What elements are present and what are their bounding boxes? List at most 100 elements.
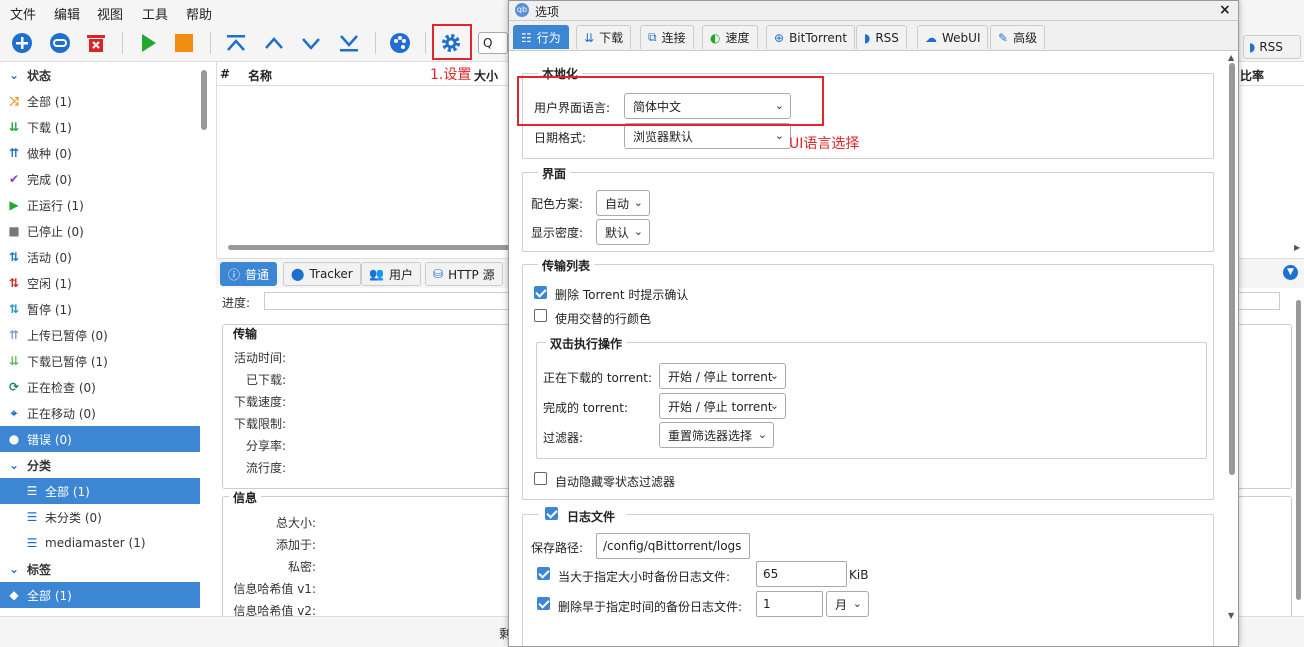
scroll-right-icon[interactable]: ▶ (1294, 243, 1300, 252)
sidebar-item-checking[interactable]: ⟳ 正在检查 (0) (0, 374, 200, 400)
search-input[interactable]: Q 过 (478, 32, 508, 54)
backup-size-checkbox[interactable] (537, 567, 550, 580)
sidebar-scrollbar[interactable] (201, 70, 207, 130)
total-size-label: 总大小: (275, 516, 316, 530)
scroll-up-icon[interactable]: ▲ (1228, 53, 1234, 62)
confirm-delete-checkbox[interactable] (534, 286, 547, 299)
settings-annotation: 1.设置 (430, 67, 472, 83)
sidebar-item-downloading[interactable]: ⇊ 下载 (1) (0, 114, 200, 140)
menu-file[interactable]: 文件 (10, 4, 36, 23)
stop-icon[interactable] (172, 31, 196, 55)
delete-icon[interactable] (84, 31, 108, 55)
menu-help[interactable]: 帮助 (186, 4, 212, 23)
sidebar-item-download-paused[interactable]: ⇊ 下载已暂停 (1) (0, 348, 200, 374)
sidebar-item-upload-paused[interactable]: ⇈ 上传已暂停 (0) (0, 322, 200, 348)
tab-trackers[interactable]: ⬤ Tracker (283, 262, 361, 286)
downloading-action-select[interactable]: 开始 / 停止 torrent ⌄ (659, 363, 786, 389)
start-icon[interactable] (136, 31, 160, 55)
tab-bittorrent[interactable]: ⊕ BitTorrent (766, 25, 856, 49)
completed-action-select[interactable]: 开始 / 停止 torrent ⌄ (659, 393, 786, 419)
chevron-down-icon: ⌄ (8, 458, 20, 472)
qbittorrent-logo-icon: qb (515, 3, 529, 17)
col-hash[interactable]: # (220, 67, 230, 81)
backup-size-input[interactable]: 65 (756, 561, 847, 587)
close-icon[interactable]: × (1219, 2, 1231, 18)
date-format-label: 日期格式: (534, 131, 587, 145)
sidebar-item-seeding[interactable]: ⇈ 做种 (0) (0, 140, 200, 166)
sidebar-item-stopped[interactable]: ■ 已停止 (0) (0, 218, 200, 244)
dialog-scrollbar[interactable] (1229, 63, 1235, 475)
date-format-select[interactable]: 浏览器默认 ⌄ (624, 123, 791, 149)
tab-advanced[interactable]: ✎ 高级 (990, 25, 1046, 49)
menu-edit[interactable]: 编辑 (54, 4, 80, 23)
sidebar-tags-header[interactable]: ⌄ 标签 (0, 556, 200, 582)
sidebar-header-label: 标签 (27, 562, 52, 577)
transfer-section-title: 传输 (229, 325, 262, 342)
sidebar-category-header[interactable]: ⌄ 分类 (0, 452, 200, 478)
sidebar-item-uncategorized[interactable]: ☰ 未分类 (0) (0, 504, 200, 530)
color-scheme-select[interactable]: 自动 ⌄ (596, 190, 650, 216)
tab-http-sources[interactable]: ⛁ HTTP 源 (425, 262, 503, 286)
tab-downloads[interactable]: ⇊ 下载 (576, 25, 632, 49)
tab-behavior[interactable]: ☷ 行为 (513, 25, 569, 49)
move-bottom-icon[interactable] (337, 31, 361, 55)
delete-old-checkbox[interactable] (537, 597, 550, 610)
tab-webui[interactable]: ☁ WebUI (917, 25, 989, 49)
col-name[interactable]: 名称 (248, 67, 272, 84)
sidebar-item-moving[interactable]: ⌖ 正在移动 (0) (0, 400, 200, 426)
list-icon: ☰ (26, 536, 38, 550)
col-ratio[interactable]: 比率 (1240, 67, 1264, 84)
tab-label: Tracker (309, 267, 353, 281)
density-select[interactable]: 默认 ⌄ (596, 219, 650, 245)
dialog-titlebar[interactable]: qb 选项 × (509, 1, 1238, 21)
save-path-input[interactable]: /config/qBittorrent/logs (596, 533, 750, 559)
tab-speed[interactable]: ◐ 速度 (702, 25, 758, 49)
chevron-down-icon: ⌄ (8, 562, 20, 576)
panel-scrollbar[interactable] (1296, 300, 1301, 600)
sidebar-item-inactive[interactable]: ⇅ 空闲 (1) (0, 270, 200, 296)
move-up-icon[interactable] (262, 31, 286, 55)
add-link-icon[interactable] (48, 31, 72, 55)
toolbar-separator (425, 32, 426, 54)
backup-size-label: 当大于指定大小时备份日志文件: (558, 570, 731, 584)
download-speed-label: 下载速度: (233, 395, 286, 409)
list-icon: ☰ (26, 484, 38, 498)
rss-button[interactable]: ◗ RSS (1243, 35, 1301, 59)
tab-connection[interactable]: ⧉ 连接 (640, 25, 694, 49)
alt-row-colors-checkbox[interactable] (534, 309, 547, 322)
chevron-down-icon: ⌄ (633, 225, 643, 238)
list-hscrollbar[interactable] (228, 245, 518, 250)
move-top-icon[interactable] (224, 31, 248, 55)
sidebar-status-header[interactable]: ⌄ 状态 (0, 62, 200, 88)
downloaded-label: 已下载: (245, 373, 286, 387)
tab-rss[interactable]: ◗ RSS (856, 25, 907, 49)
sidebar-item-errored[interactable]: ● 错误 (0) (0, 426, 200, 452)
delete-old-unit-select[interactable]: 月 ⌄ (826, 591, 869, 617)
sidebar-item-mediamaster[interactable]: ☰ mediamaster (1) (0, 530, 200, 556)
tab-peers[interactable]: 👥 用户 (361, 262, 421, 286)
add-torrent-icon[interactable] (10, 31, 34, 55)
tab-label: BitTorrent (789, 30, 848, 45)
sidebar-item-running[interactable]: ▶ 正运行 (1) (0, 192, 200, 218)
sidebar-item-label: 未分类 (0) (45, 510, 102, 525)
menu-tools[interactable]: 工具 (142, 4, 168, 23)
sidebar-item-active[interactable]: ⇅ 活动 (0) (0, 244, 200, 270)
delete-old-input[interactable]: 1 (756, 591, 823, 617)
sidebar-item-all[interactable]: ⤨ 全部 (1) (0, 88, 200, 114)
sidebar-item-label: 完成 (0) (27, 172, 72, 187)
move-down-icon[interactable] (299, 31, 323, 55)
collapse-panel-icon[interactable]: ▼ (1283, 265, 1298, 280)
palette-icon[interactable] (388, 31, 412, 55)
menu-view[interactable]: 视图 (97, 4, 123, 23)
error-icon: ● (8, 432, 20, 446)
sidebar-item-category-all[interactable]: ☰ 全部 (1) (0, 478, 200, 504)
col-size[interactable]: 大小 (474, 67, 498, 84)
filter-action-select[interactable]: 重置筛选器选择 ⌄ (659, 422, 774, 448)
sidebar-item-completed[interactable]: ✔ 完成 (0) (0, 166, 200, 192)
sidebar-item-tag-all[interactable]: ◆ 全部 (1) (0, 582, 200, 608)
log-file-checkbox[interactable] (545, 507, 558, 520)
sidebar-item-paused[interactable]: ⇅ 暂停 (1) (0, 296, 200, 322)
scroll-down-icon[interactable]: ▼ (1228, 611, 1234, 620)
hide-zero-filters-checkbox[interactable] (534, 472, 547, 485)
tab-general[interactable]: ⓘ 普通 (220, 262, 278, 286)
